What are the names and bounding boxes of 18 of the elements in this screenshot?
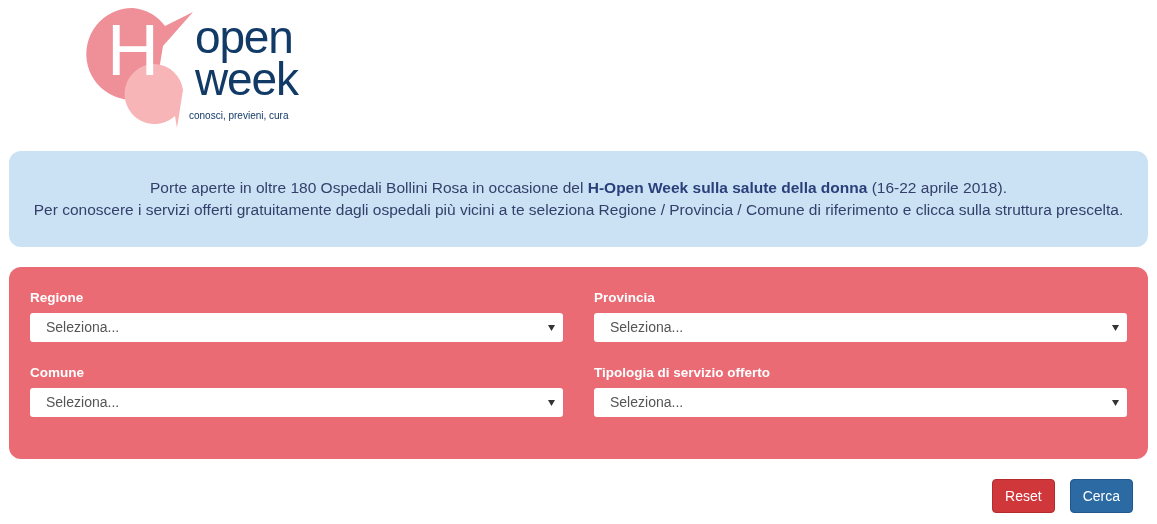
- select-dropdown[interactable]: Seleziona...: [30, 388, 563, 417]
- notice-text: Porte aperte in oltre 180 Ospedali Bollini Rosa in occasione del H-Open Week sulla salute della donna (16-22 aprile 2018).: [150, 178, 1007, 198]
- caret-icon: [1112, 324, 1119, 331]
- field-label: Comune: [30, 364, 85, 381]
- caret-icon: [548, 399, 555, 406]
- caret-icon: [1112, 399, 1119, 406]
- field-label: Provincia: [594, 289, 656, 306]
- reset-button[interactable]: Reset: [992, 479, 1055, 513]
- select-dropdown[interactable]: Seleziona...: [594, 313, 1127, 342]
- caret-icon: [548, 324, 555, 331]
- select-dropdown[interactable]: Seleziona...: [594, 388, 1127, 417]
- logo-letter: H: [107, 14, 159, 86]
- notice-text: Per conoscere i servizi offerti gratuitamente dagli ospedali più vicini a te seleziona Regione / Provincia / Comune di riferimento e clicca sulla struttura prescelta.: [33, 200, 1124, 220]
- field-label: Regione: [30, 289, 85, 306]
- select-dropdown[interactable]: Seleziona...: [30, 313, 563, 342]
- search-button[interactable]: Cerca: [1069, 479, 1133, 513]
- logo-tagline: conosci, previeni, cura: [189, 111, 289, 121]
- field-label: Tipologia di servizio offerto: [594, 364, 771, 381]
